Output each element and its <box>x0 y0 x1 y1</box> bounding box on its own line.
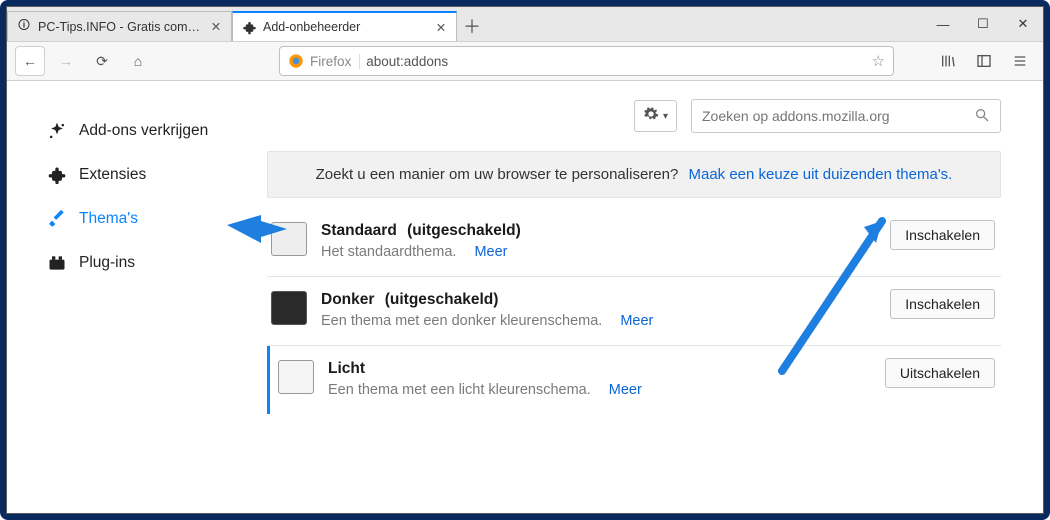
themes-list: Standaard (uitgeschakeld) Het standaardt… <box>267 208 1001 414</box>
home-button[interactable]: ⌂ <box>123 46 153 76</box>
sidebar-item-themes[interactable]: Thema's <box>47 197 267 241</box>
url-bar[interactable]: Firefox about:addons ☆ <box>279 46 894 76</box>
addons-search[interactable] <box>691 99 1001 133</box>
addons-sidebar: Add-ons verkrijgen Extensies Thema's <box>7 81 267 513</box>
back-button[interactable]: ← <box>15 46 45 76</box>
theme-row-dark: Donker (uitgeschakeld) Een thema met een… <box>267 277 1001 346</box>
window-minimize-button[interactable]: — <box>923 7 963 41</box>
tab-label: Add-onbeheerder <box>263 20 430 34</box>
tab-close-icon[interactable]: ✕ <box>209 19 223 34</box>
firefox-icon <box>288 53 304 69</box>
addons-topbar: ▾ <box>267 99 1001 133</box>
window-controls: — ☐ ✕ <box>923 7 1043 41</box>
theme-row-light: Licht Een thema met een licht kleurensch… <box>267 346 1001 414</box>
new-tab-button[interactable]: ＋ <box>457 11 487 41</box>
theme-thumbnail <box>271 291 307 325</box>
sidebar-item-label: Thema's <box>79 210 138 228</box>
theme-more-link[interactable]: Meer <box>474 244 507 260</box>
identity-label: Firefox <box>310 54 360 69</box>
content-area: Add-ons verkrijgen Extensies Thema's <box>7 81 1043 513</box>
puzzle-icon <box>47 165 67 185</box>
nav-toolbar: ← → ⟳ ⌂ Firefox about:addons ☆ <box>7 41 1043 81</box>
sidebar-item-plugins[interactable]: Plug-ins <box>47 241 267 285</box>
theme-thumbnail <box>271 222 307 256</box>
sidebar-item-get-addons[interactable]: Add-ons verkrijgen <box>47 109 267 153</box>
plugin-icon <box>47 253 67 273</box>
tab-close-icon[interactable]: ✕ <box>434 20 448 35</box>
puzzle-icon <box>241 19 257 35</box>
browser-window: 🛈 PC-Tips.INFO - Gratis computer tips ✕ … <box>6 6 1044 514</box>
sidebar-toggle-icon[interactable] <box>969 46 999 76</box>
reload-button[interactable]: ⟳ <box>87 46 117 76</box>
address-text: about:addons <box>366 54 865 69</box>
theme-enable-button[interactable]: Inschakelen <box>890 220 995 250</box>
sidebar-item-label: Plug-ins <box>79 254 135 272</box>
theme-row-standard: Standaard (uitgeschakeld) Het standaardt… <box>267 208 1001 277</box>
window-close-button[interactable]: ✕ <box>1003 7 1043 41</box>
chevron-down-icon: ▾ <box>663 111 668 122</box>
theme-disable-button[interactable]: Uitschakelen <box>885 358 995 388</box>
tab-strip: 🛈 PC-Tips.INFO - Gratis computer tips ✕ … <box>7 7 1043 41</box>
theme-thumbnail <box>278 360 314 394</box>
sidebar-item-extensions[interactable]: Extensies <box>47 153 267 197</box>
app-menu-button[interactable] <box>1005 46 1035 76</box>
search-input[interactable] <box>702 108 966 124</box>
search-icon[interactable] <box>974 107 990 126</box>
paintbrush-icon <box>47 209 67 229</box>
theme-more-link[interactable]: Meer <box>609 382 642 398</box>
sidebar-item-label: Add-ons verkrijgen <box>79 122 208 140</box>
tab-pctips[interactable]: 🛈 PC-Tips.INFO - Gratis computer tips ✕ <box>7 11 232 41</box>
theme-more-link[interactable]: Meer <box>620 313 653 329</box>
sidebar-item-label: Extensies <box>79 166 146 184</box>
sparkle-icon <box>47 121 67 141</box>
gear-icon <box>643 106 659 127</box>
banner-text: Zoekt u een manier om uw browser te pers… <box>316 166 679 183</box>
library-icon[interactable] <box>933 46 963 76</box>
personalize-banner: Zoekt u een manier om uw browser te pers… <box>267 151 1001 198</box>
tab-addons[interactable]: Add-onbeheerder ✕ <box>232 11 457 41</box>
forward-button[interactable]: → <box>51 46 81 76</box>
tab-label: PC-Tips.INFO - Gratis computer tips <box>38 20 205 34</box>
favicon-generic: 🛈 <box>16 19 32 35</box>
bookmark-star-icon[interactable]: ☆ <box>872 52 885 70</box>
tools-gear-button[interactable]: ▾ <box>634 100 677 132</box>
banner-link[interactable]: Maak een keuze uit duizenden thema's. <box>688 166 952 183</box>
window-maximize-button[interactable]: ☐ <box>963 7 1003 41</box>
addons-main: ▾ Zoekt u een manier om uw browser te pe… <box>267 81 1043 513</box>
theme-enable-button[interactable]: Inschakelen <box>890 289 995 319</box>
